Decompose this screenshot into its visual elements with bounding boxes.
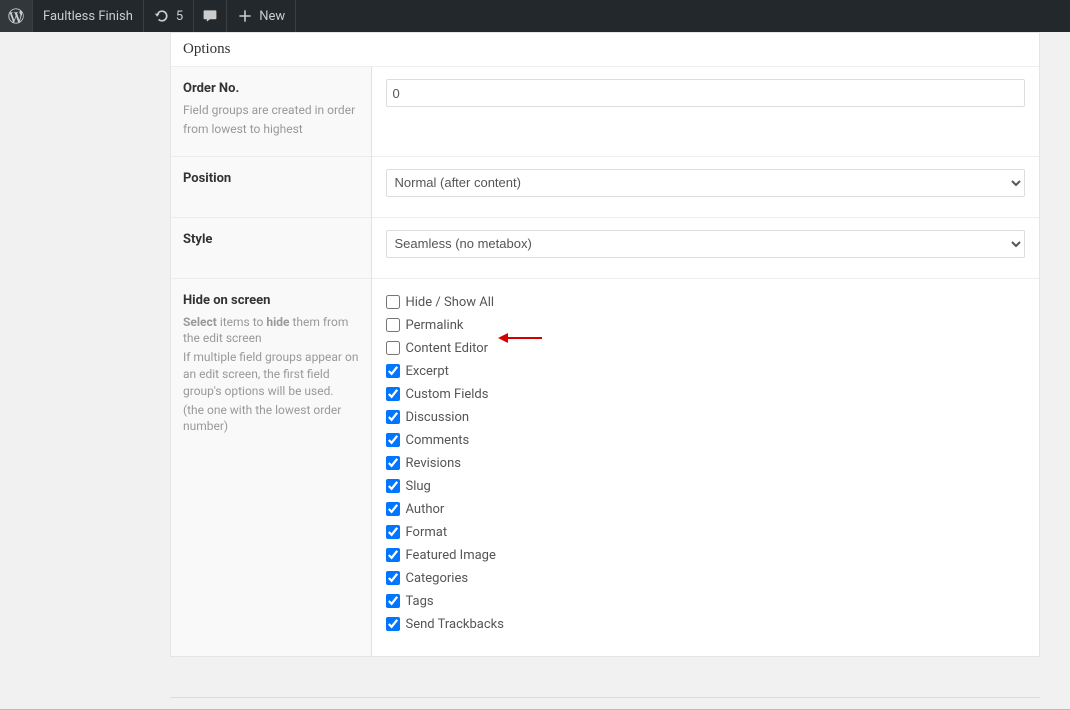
hide-item-label: Categories	[406, 571, 469, 586]
hide-item-checkbox[interactable]	[386, 364, 400, 378]
footer: Thank you for creating with WordPress	[170, 697, 1040, 710]
row-order-no: Order No. Field groups are created in or…	[171, 67, 1039, 156]
new-label: New	[259, 9, 285, 24]
hide-item: Custom Fields	[386, 383, 1026, 406]
hide-item-label: Featured Image	[406, 548, 496, 563]
position-label: Position	[183, 171, 359, 186]
hide-item-label: Comments	[406, 433, 470, 448]
hide-item-label: Tags	[406, 594, 434, 609]
hide-item-checkbox[interactable]	[386, 525, 400, 539]
hide-item-checkbox[interactable]	[386, 571, 400, 585]
hide-item: Comments	[386, 429, 1026, 452]
hide-item-checkbox[interactable]	[386, 502, 400, 516]
hide-item: Send Trackbacks	[386, 613, 1026, 636]
hide-item: Featured Image	[386, 544, 1026, 567]
hide-item: Format	[386, 521, 1026, 544]
hide-item: Revisions	[386, 452, 1026, 475]
site-title-button[interactable]: Faultless Finish	[33, 0, 144, 32]
hide-item-label: Excerpt	[406, 364, 449, 379]
wp-logo-button[interactable]	[0, 0, 33, 32]
hide-item: Excerpt	[386, 360, 1026, 383]
hide-item-checkbox[interactable]	[386, 341, 400, 355]
new-content-button[interactable]: New	[227, 0, 296, 32]
hide-item-label: Revisions	[406, 456, 461, 471]
hide-label: Hide on screen	[183, 293, 359, 308]
content-area: Options Order No. Field groups are creat…	[140, 32, 1070, 710]
wordpress-icon	[8, 8, 24, 24]
updates-button[interactable]: 5	[144, 0, 194, 32]
updates-count: 5	[176, 9, 183, 24]
hide-item-label: Author	[406, 502, 445, 517]
hide-item: Tags	[386, 590, 1026, 613]
hide-item-checkbox[interactable]	[386, 594, 400, 608]
hide-item-checkbox[interactable]	[386, 387, 400, 401]
hide-item-label: Content Editor	[406, 341, 489, 356]
hide-item-label: Hide / Show All	[406, 295, 495, 310]
row-position: Position Normal (after content)	[171, 156, 1039, 217]
row-style: Style Seamless (no metabox)	[171, 217, 1039, 278]
hide-item-label: Format	[406, 525, 448, 540]
style-label: Style	[183, 232, 359, 247]
hide-item-checkbox[interactable]	[386, 617, 400, 631]
style-select[interactable]: Seamless (no metabox)	[386, 230, 1026, 258]
order-no-desc1: Field groups are created in order	[183, 102, 359, 119]
hide-item-checkbox[interactable]	[386, 318, 400, 332]
hide-desc1: Select items to hide them from the edit …	[183, 314, 359, 348]
speech-bubble-icon	[202, 8, 218, 24]
options-table: Order No. Field groups are created in or…	[171, 67, 1039, 656]
hide-item-checkbox[interactable]	[386, 410, 400, 424]
hide-item-checkbox[interactable]	[386, 295, 400, 309]
hide-item-checkbox[interactable]	[386, 548, 400, 562]
hide-item-label: Custom Fields	[406, 387, 489, 402]
site-title-label: Faultless Finish	[43, 9, 133, 24]
hide-item: Content Editor	[386, 337, 1026, 360]
hide-item-label: Permalink	[406, 318, 464, 333]
order-no-input[interactable]	[386, 79, 1026, 107]
hide-item: Categories	[386, 567, 1026, 590]
hide-item: Discussion	[386, 406, 1026, 429]
plus-icon	[237, 8, 253, 24]
order-no-desc2: from lowest to highest	[183, 121, 359, 138]
hide-item-checkbox[interactable]	[386, 433, 400, 447]
hide-desc3: (the one with the lowest order number)	[183, 402, 359, 436]
comments-button[interactable]	[194, 0, 227, 32]
position-select[interactable]: Normal (after content)	[386, 169, 1026, 197]
order-no-label: Order No.	[183, 81, 359, 96]
hide-item-label: Slug	[406, 479, 431, 494]
hide-item-label: Discussion	[406, 410, 470, 425]
row-hide-on-screen: Hide on screen Select items to hide them…	[171, 278, 1039, 656]
hide-desc2: If multiple field groups appear on an ed…	[183, 349, 359, 399]
hide-item-checkbox[interactable]	[386, 479, 400, 493]
options-panel: Options Order No. Field groups are creat…	[170, 32, 1040, 657]
hide-item: Slug	[386, 475, 1026, 498]
hide-item: Author	[386, 498, 1026, 521]
hide-item-label: Send Trackbacks	[406, 617, 504, 632]
hide-item-checkbox[interactable]	[386, 456, 400, 470]
hide-item: Permalink	[386, 314, 1026, 337]
refresh-icon	[154, 8, 170, 24]
hide-checkbox-list: Hide / Show All Permalink Content Editor Ex…	[386, 291, 1026, 636]
panel-title: Options	[171, 33, 1039, 67]
hide-item: Hide / Show All	[386, 291, 1026, 314]
admin-bar: Faultless Finish 5 New	[0, 0, 1070, 32]
